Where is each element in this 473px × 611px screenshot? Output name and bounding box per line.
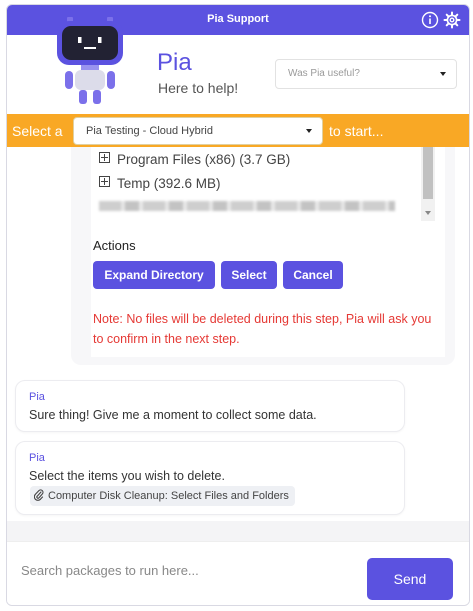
chat-area[interactable]: Program Files (x86) (3.7 GB) Temp (392.6… xyxy=(7,147,469,521)
expand-plus-icon[interactable] xyxy=(99,176,110,187)
robot-mascot-icon xyxy=(57,17,123,104)
assistant-name: Pia xyxy=(157,49,192,76)
tree-item-label: Temp (392.6 MB) xyxy=(117,176,221,191)
expand-directory-button[interactable]: Expand Directory xyxy=(93,261,215,289)
tree-scrollbar[interactable] xyxy=(421,147,435,221)
footer-bar: Send xyxy=(7,541,469,605)
info-icon[interactable] xyxy=(421,11,439,29)
paperclip-icon xyxy=(33,488,44,508)
cancel-button[interactable]: Cancel xyxy=(283,261,343,289)
chat-bottom-divider xyxy=(7,521,469,541)
scrollbar-thumb[interactable] xyxy=(423,147,433,199)
file-selection-card: Program Files (x86) (3.7 GB) Temp (392.6… xyxy=(71,147,455,365)
package-dropdown-value: Pia Testing - Cloud Hybrid xyxy=(86,125,213,137)
select-button[interactable]: Select xyxy=(221,261,277,289)
package-search-input[interactable] xyxy=(19,554,353,586)
message-sender: Pia xyxy=(29,391,45,403)
gear-icon[interactable] xyxy=(443,11,461,29)
scroll-down-arrow-icon[interactable] xyxy=(425,211,431,215)
expand-plus-icon[interactable] xyxy=(99,152,110,163)
package-link-label: Computer Disk Cleanup: Select Files and … xyxy=(48,490,289,502)
feedback-placeholder: Was Pia useful? xyxy=(288,68,360,79)
package-select-bar: Select a Pia Testing - Cloud Hybrid to s… xyxy=(7,114,469,147)
tree-item-redacted[interactable] xyxy=(99,201,395,211)
chat-message: Pia Select the items you wish to delete.… xyxy=(15,441,405,515)
message-text: Select the items you wish to delete. xyxy=(29,469,225,483)
tree-item-label: Program Files (x86) (3.7 GB) xyxy=(117,152,291,167)
message-sender: Pia xyxy=(29,452,45,464)
tree-item-program-files-x86[interactable]: Program Files (x86) (3.7 GB) xyxy=(99,152,290,170)
actions-heading: Actions xyxy=(93,238,136,253)
chevron-down-icon xyxy=(306,129,312,133)
message-text: Sure thing! Give me a moment to collect … xyxy=(29,408,317,422)
package-dropdown[interactable]: Pia Testing - Cloud Hybrid xyxy=(73,117,323,145)
assistant-subtitle: Here to help! xyxy=(158,80,239,96)
package-link-chip[interactable]: Computer Disk Cleanup: Select Files and … xyxy=(30,486,295,506)
delete-note: Note: No files will be deleted during th… xyxy=(93,312,432,346)
tree-item-temp[interactable]: Temp (392.6 MB) xyxy=(99,176,221,194)
pia-support-window: Pia Support Pia Here to help! Was Pia us… xyxy=(6,4,470,606)
select-prefix: Select a xyxy=(12,123,63,139)
send-button[interactable]: Send xyxy=(367,558,453,600)
file-tree[interactable]: Program Files (x86) (3.7 GB) Temp (392.6… xyxy=(91,147,435,221)
chevron-down-icon xyxy=(440,72,446,76)
file-selection-panel: Program Files (x86) (3.7 GB) Temp (392.6… xyxy=(91,147,445,357)
select-suffix: to start... xyxy=(329,123,384,139)
chat-message: Pia Sure thing! Give me a moment to coll… xyxy=(15,380,405,432)
feedback-dropdown[interactable]: Was Pia useful? xyxy=(275,59,457,89)
